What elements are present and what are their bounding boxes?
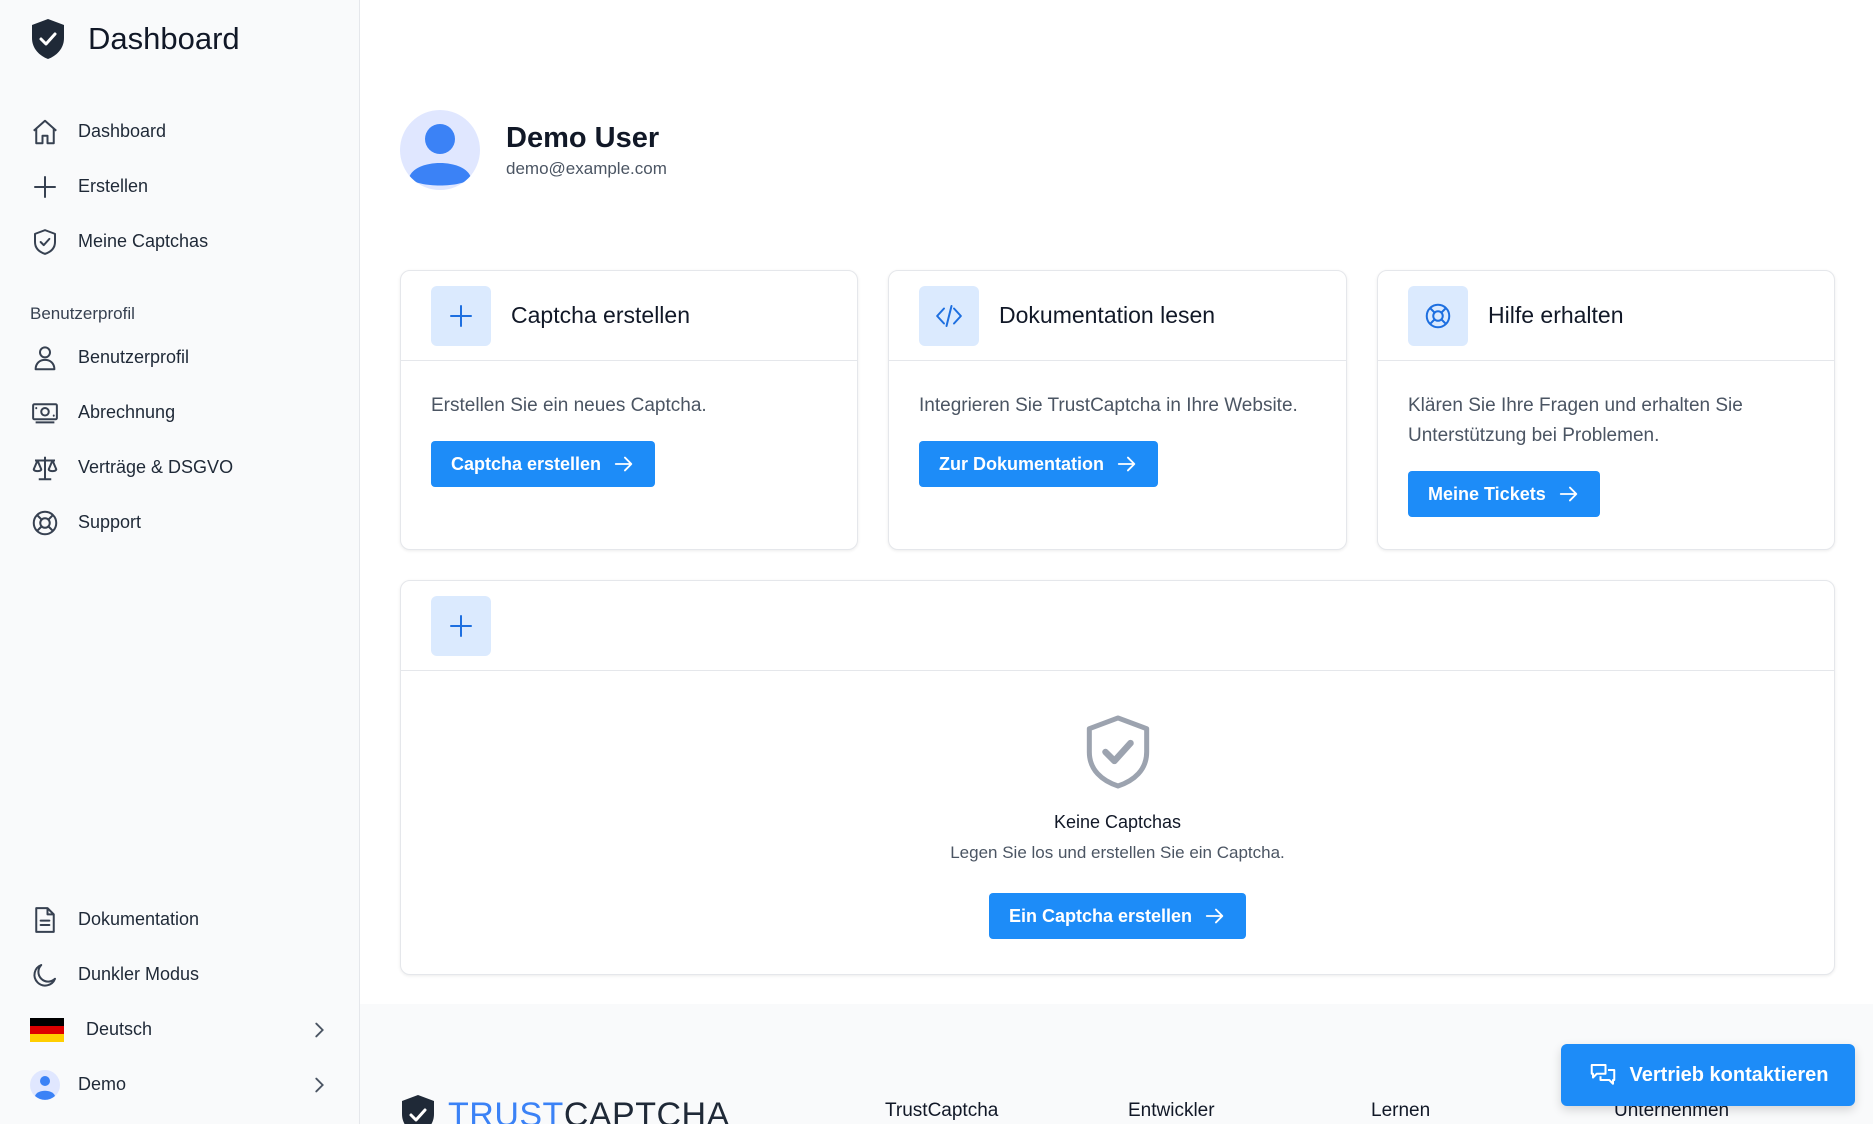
- captcha-erstellen-button[interactable]: Captcha erstellen: [431, 441, 656, 487]
- chevron-right-icon: [315, 1077, 324, 1092]
- code-icon: [919, 285, 979, 346]
- plus-icon: [34, 175, 56, 198]
- arrow-right-icon: [1205, 908, 1224, 924]
- nav-item-dark-mode[interactable]: Dunkler Modus: [30, 947, 330, 1002]
- nav-label: Meine Captchas: [78, 231, 209, 251]
- shield-check-icon: [1086, 715, 1149, 789]
- card-title: Dokumentation lesen: [999, 302, 1216, 328]
- empty-title: Keine Captchas: [1053, 812, 1182, 832]
- footer-logo[interactable]: TRUSTCAPTCHA: [400, 1094, 730, 1124]
- logo-text-trust: TRUST: [448, 1095, 564, 1124]
- brand[interactable]: Dashboard: [30, 18, 240, 60]
- home-icon: [33, 119, 57, 144]
- zur-dokumentation-button[interactable]: Zur Dokumentation: [919, 441, 1158, 487]
- nav-item-language[interactable]: Deutsch: [30, 1002, 330, 1057]
- ein-captcha-erstellen-button[interactable]: Ein Captcha erstellen: [988, 893, 1247, 939]
- nav-label: Dunkler Modus: [78, 964, 200, 984]
- logo-text-captcha: CAPTCHA: [563, 1095, 730, 1124]
- shield-check-icon: [34, 228, 56, 255]
- nav-item-user[interactable]: Demo: [30, 1057, 330, 1112]
- empty-state: Keine Captchas Legen Sie los und erstell…: [401, 709, 1834, 939]
- footer-col-lernen: Lernen: [1371, 1100, 1431, 1121]
- nav-item-vertraege[interactable]: Verträge & DSGVO: [30, 440, 330, 495]
- captchas-panel: Keine Captchas Legen Sie los und erstell…: [400, 580, 1835, 975]
- chevron-right-icon: [315, 1022, 324, 1037]
- plus-icon: [450, 614, 472, 637]
- card-hilfe-erhalten: Hilfe erhalten Klären Sie Ihre Fragen un…: [1377, 270, 1835, 550]
- footer-col-trustcaptcha: TrustCaptcha: [885, 1100, 999, 1121]
- footer-col-entwickler: Entwickler: [1128, 1100, 1215, 1121]
- nav-item-benutzerprofil[interactable]: Benutzerprofil: [30, 330, 330, 385]
- card-title: Captcha erstellen: [511, 302, 690, 328]
- add-captcha-button[interactable]: [431, 595, 491, 656]
- meine-tickets-button[interactable]: Meine Tickets: [1408, 471, 1600, 517]
- nav-label: Dashboard: [78, 121, 167, 141]
- nav-label: Abrechnung: [78, 402, 176, 422]
- button-label: Ein Captcha erstellen: [1008, 905, 1193, 926]
- vertrieb-kontaktieren-button[interactable]: Vertrieb kontaktieren: [1561, 1044, 1855, 1106]
- nav-item-abrechnung[interactable]: Abrechnung: [30, 385, 330, 440]
- button-label: Captcha erstellen: [451, 453, 602, 474]
- card-text: Klären Sie Ihre Fragen und erhalten Sie …: [1408, 395, 1743, 446]
- scale-icon: [32, 456, 58, 480]
- moon-icon: [33, 963, 56, 987]
- nav-item-erstellen[interactable]: Erstellen: [30, 159, 330, 214]
- nav-item-dokumentation[interactable]: Dokumentation: [30, 892, 330, 947]
- bottom-nav: Dokumentation Dunkler Modus Deutsch Demo: [30, 892, 330, 1112]
- chat-icon: [1590, 1064, 1615, 1085]
- nav-label: Erstellen: [78, 176, 149, 196]
- main-nav: Dashboard Erstellen Meine Captchas: [30, 104, 330, 269]
- button-label: Zur Dokumentation: [939, 453, 1104, 474]
- brand-title: Dashboard: [88, 21, 240, 56]
- card-text: Integrieren Sie TrustCaptcha in Ihre Web…: [919, 395, 1298, 416]
- plus-icon: [431, 285, 491, 346]
- button-label: Meine Tickets: [1428, 483, 1546, 504]
- card-text: Erstellen Sie ein neues Captcha.: [431, 395, 707, 416]
- nav-item-support[interactable]: Support: [30, 495, 330, 550]
- sidebar: Dashboard Dashboard Erstellen Meine Capt…: [0, 0, 360, 1124]
- lifebuoy-icon: [1408, 285, 1468, 346]
- shield-logo-icon: [32, 19, 64, 59]
- user-profile-header: Demo User demo@example.com: [400, 110, 667, 190]
- main-content: Demo User demo@example.com Captcha erste…: [360, 0, 1873, 1124]
- card-captcha-erstellen: Captcha erstellen Erstellen Sie ein neue…: [400, 270, 858, 550]
- arrow-right-icon: [614, 456, 633, 472]
- lifebuoy-icon: [32, 510, 58, 535]
- document-icon: [35, 906, 55, 933]
- nav-item-meine-captchas[interactable]: Meine Captchas: [30, 214, 330, 269]
- german-flag-icon: [30, 1017, 64, 1042]
- nav-label: Verträge & DSGVO: [78, 457, 234, 477]
- nav-item-dashboard[interactable]: Dashboard: [30, 104, 330, 159]
- profile-nav: Benutzerprofil Benutzerprofil Abrechnung…: [30, 290, 330, 550]
- avatar: [400, 110, 480, 190]
- nav-label: Deutsch: [86, 1019, 153, 1039]
- arrow-right-icon: [1117, 456, 1136, 472]
- button-label: Vertrieb kontaktieren: [1629, 1063, 1829, 1086]
- card-dokumentation-lesen: Dokumentation lesen Integrieren Sie Trus…: [888, 270, 1347, 550]
- avatar: [30, 1069, 60, 1100]
- arrow-right-icon: [1559, 486, 1577, 502]
- nav-label: Support: [78, 512, 142, 532]
- profile-name: Demo User: [506, 121, 660, 154]
- nav-label: Demo: [78, 1074, 127, 1094]
- nav-label: Dokumentation: [78, 909, 200, 929]
- user-icon: [34, 345, 56, 370]
- shield-logo-icon: [402, 1095, 434, 1124]
- nav-label: Benutzerprofil: [78, 347, 190, 367]
- billing-icon: [32, 402, 58, 423]
- card-title: Hilfe erhalten: [1488, 302, 1624, 328]
- empty-subtitle: Legen Sie los und erstellen Sie ein Capt…: [950, 843, 1285, 862]
- profile-email: demo@example.com: [506, 158, 667, 178]
- nav-heading-benutzerprofil: Benutzerprofil: [30, 304, 135, 323]
